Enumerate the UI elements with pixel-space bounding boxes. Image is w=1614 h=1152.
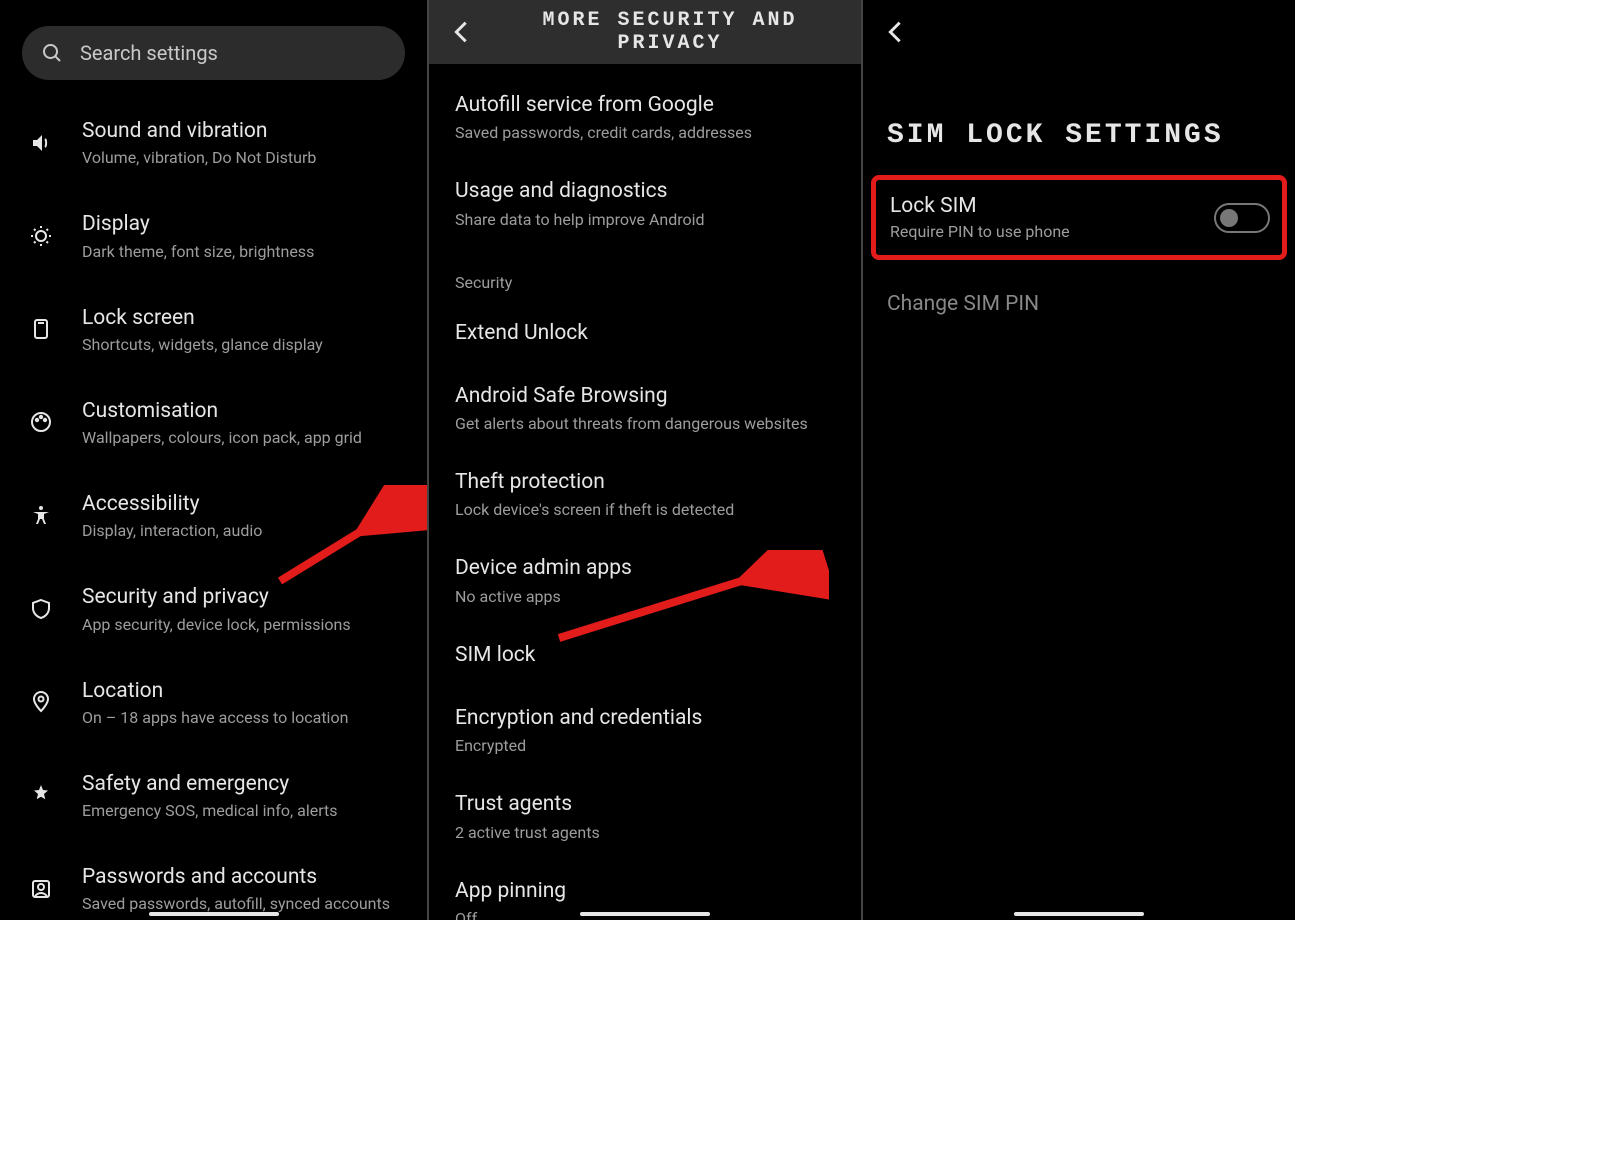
item-title: Trust agents [455, 791, 839, 818]
item-title: Extend Unlock [455, 320, 839, 347]
security-list: Autofill service from Google Saved passw… [429, 64, 861, 920]
display-icon [26, 221, 56, 251]
item-sub: On – 18 apps have access to location [82, 708, 348, 727]
back-icon[interactable] [881, 18, 909, 46]
item-sub: Dark theme, font size, brightness [82, 242, 314, 261]
item-sub: Wallpapers, colours, icon pack, app grid [82, 428, 362, 447]
item-sub: Lock device's screen if theft is detecte… [455, 500, 839, 519]
emergency-icon [26, 780, 56, 810]
android-nav-pill[interactable] [1014, 912, 1144, 916]
item-title: App pinning [455, 878, 839, 905]
item-sub: Encrypted [455, 736, 839, 755]
sound-icon [26, 128, 56, 158]
item-sim-lock[interactable]: SIM lock [455, 624, 861, 687]
item-sub: Volume, vibration, Do Not Disturb [82, 148, 316, 167]
item-title: Autofill service from Google [455, 92, 839, 119]
settings-item-sound[interactable]: Sound and vibration Volume, vibration, Do… [0, 96, 427, 189]
appbar: MORE SECURITY AND PRIVACY [429, 0, 861, 64]
settings-list: Sound and vibration Volume, vibration, Do… [0, 90, 427, 920]
settings-item-passwords[interactable]: Passwords and accounts Saved passwords, a… [0, 842, 427, 920]
settings-item-display[interactable]: Display Dark theme, font size, brightness [0, 189, 427, 282]
item-title: Lock screen [82, 305, 323, 331]
item-title: Location [82, 678, 348, 704]
settings-item-security[interactable]: Security and privacy App security, device… [0, 562, 427, 655]
lockscreen-icon [26, 314, 56, 344]
lock-sim-sub: Require PIN to use phone [890, 222, 1070, 241]
shield-icon [26, 594, 56, 624]
page-title: SIM LOCK SETTINGS [863, 64, 1295, 169]
account-icon [26, 874, 56, 904]
android-nav-pill[interactable] [580, 912, 710, 916]
item-title: Security and privacy [82, 584, 351, 610]
item-title: Sound and vibration [82, 118, 316, 144]
item-title: Display [82, 211, 314, 237]
settings-item-safety[interactable]: Safety and emergency Emergency SOS, medic… [0, 749, 427, 842]
item-sub: Share data to help improve Android [455, 210, 839, 229]
item-app-pinning[interactable]: App pinning Off [455, 860, 861, 920]
item-sub: App security, device lock, permissions [82, 615, 351, 634]
settings-item-location[interactable]: Location On – 18 apps have access to loca… [0, 656, 427, 749]
item-sub: 2 active trust agents [455, 823, 839, 842]
item-sub: Shortcuts, widgets, glance display [82, 335, 323, 354]
item-sub: Get alerts about threats from dangerous … [455, 414, 839, 433]
item-sub: Emergency SOS, medical info, alerts [82, 801, 338, 820]
item-sub: Saved passwords, credit cards, addresses [455, 123, 839, 142]
palette-icon [26, 407, 56, 437]
item-encryption[interactable]: Encryption and credentials Encrypted [455, 687, 861, 773]
appbar-title: MORE SECURITY AND PRIVACY [497, 9, 843, 55]
pane-sim-lock: SIM LOCK SETTINGS Lock SIM Require PIN t… [863, 0, 1295, 920]
lock-sim-toggle[interactable] [1214, 203, 1270, 233]
item-title: Android Safe Browsing [455, 383, 839, 410]
item-autofill[interactable]: Autofill service from Google Saved passw… [455, 74, 861, 160]
item-title: Usage and diagnostics [455, 178, 839, 205]
item-title: Device admin apps [455, 555, 839, 582]
item-usage-diagnostics[interactable]: Usage and diagnostics Share data to help… [455, 160, 861, 246]
pane-more-security: MORE SECURITY AND PRIVACY Autofill servi… [429, 0, 863, 920]
item-sub: Saved passwords, autofill, synced accoun… [82, 894, 390, 913]
item-safe-browsing[interactable]: Android Safe Browsing Get alerts about t… [455, 365, 861, 451]
item-title: SIM lock [455, 642, 839, 669]
appbar [863, 0, 1295, 64]
item-extend-unlock[interactable]: Extend Unlock [455, 302, 861, 365]
item-device-admin[interactable]: Device admin apps No active apps [455, 537, 861, 623]
pane-settings-root: Sound and vibration Volume, vibration, Do… [0, 0, 429, 920]
section-header-security: Security [455, 247, 861, 302]
item-title: Passwords and accounts [82, 864, 390, 890]
item-title: Customisation [82, 398, 362, 424]
location-icon [26, 687, 56, 717]
item-trust-agents[interactable]: Trust agents 2 active trust agents [455, 773, 861, 859]
lock-sim-row-highlight[interactable]: Lock SIM Require PIN to use phone [871, 175, 1287, 260]
settings-item-customisation[interactable]: Customisation Wallpapers, colours, icon p… [0, 376, 427, 469]
settings-item-accessibility[interactable]: Accessibility Display, interaction, audio [0, 469, 427, 562]
settings-item-lockscreen[interactable]: Lock screen Shortcuts, widgets, glance di… [0, 283, 427, 376]
search-pill[interactable] [22, 26, 405, 80]
item-title: Accessibility [82, 491, 262, 517]
item-sub: Display, interaction, audio [82, 521, 262, 540]
change-sim-pin[interactable]: Change SIM PIN [863, 270, 1295, 316]
item-title: Encryption and credentials [455, 705, 839, 732]
item-title: Theft protection [455, 469, 839, 496]
search-icon [40, 41, 64, 65]
lock-sim-title: Lock SIM [890, 194, 1070, 218]
back-icon[interactable] [447, 18, 475, 46]
item-theft-protection[interactable]: Theft protection Lock device's screen if… [455, 451, 861, 537]
item-sub: No active apps [455, 587, 839, 606]
android-nav-pill[interactable] [149, 912, 279, 916]
search-input[interactable] [80, 41, 387, 65]
item-title: Safety and emergency [82, 771, 338, 797]
accessibility-icon [26, 501, 56, 531]
